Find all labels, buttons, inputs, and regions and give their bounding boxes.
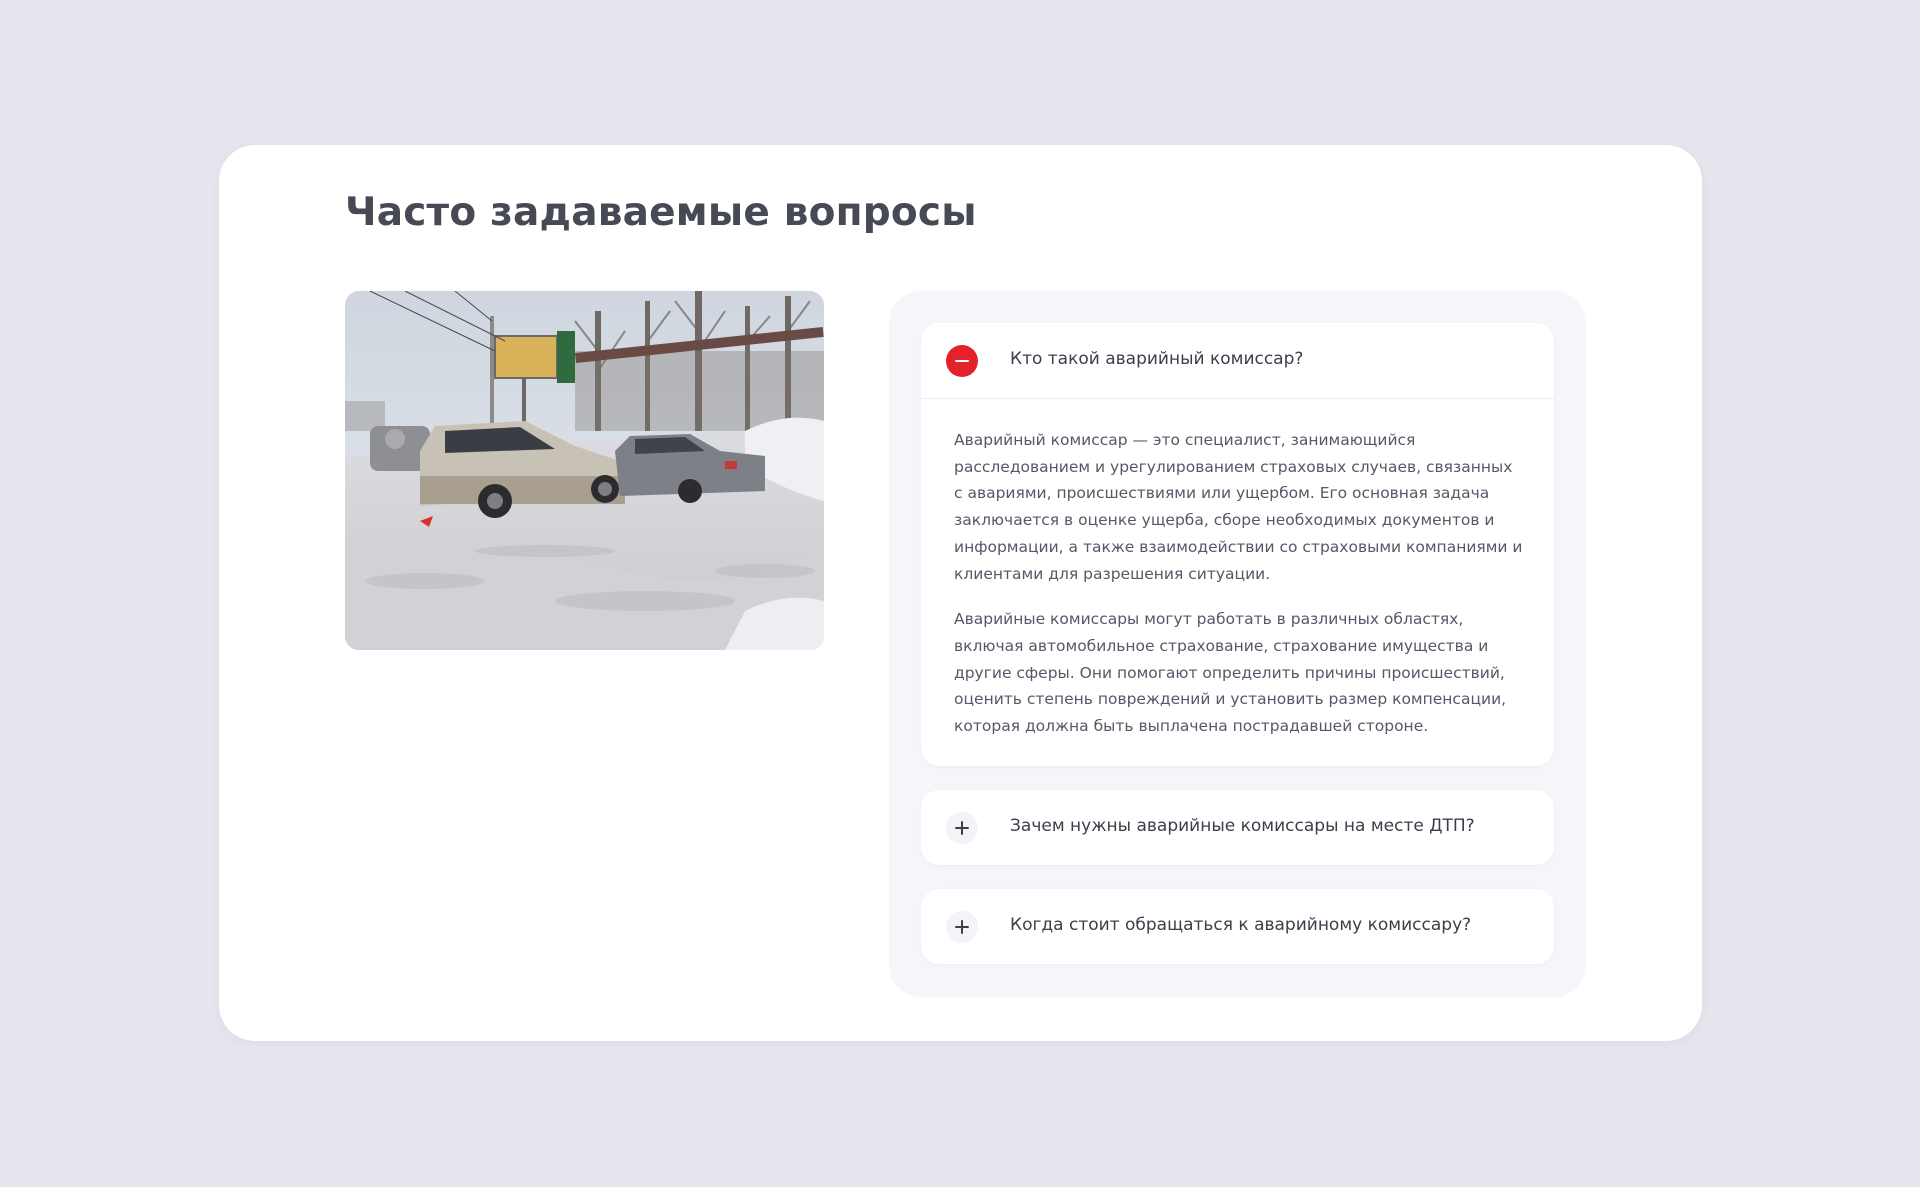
plus-icon[interactable] — [946, 812, 978, 844]
faq-question-toggle[interactable]: Зачем нужны аварийные комиссары на месте… — [921, 790, 1554, 865]
faq-answer-paragraph: Аварийный комиссар — это специалист, зан… — [954, 431, 1523, 583]
plus-icon[interactable] — [946, 911, 978, 943]
faq-answer: Аварийный комиссар — это специалист, зан… — [921, 399, 1554, 740]
faq-item: Кто такой аварийный комиссар? Аварийный … — [921, 323, 1554, 766]
page-title: Часто задаваемые вопросы — [345, 190, 977, 235]
accident-photo — [345, 291, 824, 650]
faq-item: Когда стоит обращаться к аварийному коми… — [921, 889, 1554, 964]
faq-question: Зачем нужны аварийные комиссары на месте… — [1010, 816, 1475, 836]
faq-question-toggle[interactable]: Кто такой аварийный комиссар? — [921, 323, 1554, 399]
minus-icon[interactable] — [946, 345, 978, 377]
faq-question: Когда стоит обращаться к аварийному коми… — [1010, 915, 1472, 935]
faq-question: Кто такой аварийный комиссар? — [1010, 349, 1304, 369]
faq-answer-paragraph: Аварийные комиссары могут работать в раз… — [954, 610, 1507, 736]
faq-question-toggle[interactable]: Когда стоит обращаться к аварийному коми… — [921, 889, 1554, 964]
faq-item: Зачем нужны аварийные комиссары на месте… — [921, 790, 1554, 865]
